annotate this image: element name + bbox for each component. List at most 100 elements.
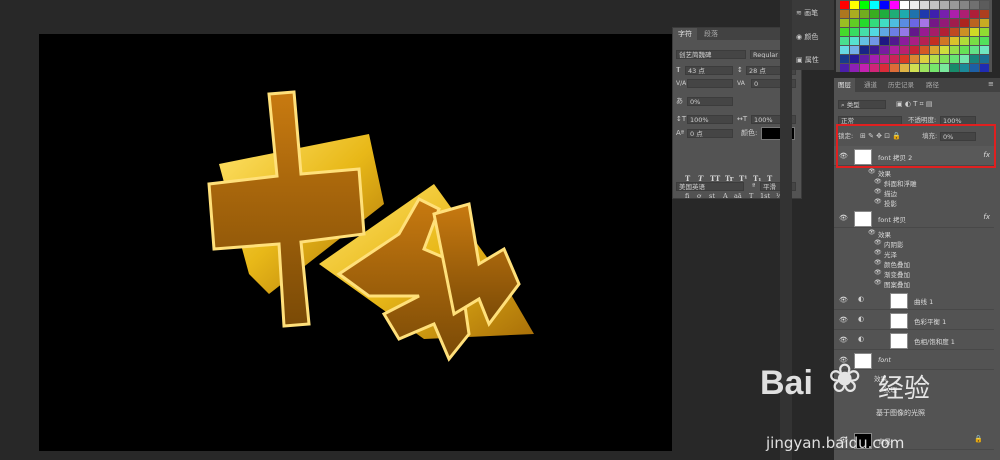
color-swatch[interactable] bbox=[930, 46, 939, 54]
color-swatch[interactable] bbox=[840, 55, 849, 63]
color-swatch[interactable] bbox=[950, 28, 959, 36]
color-swatch[interactable] bbox=[880, 46, 889, 54]
color-swatch[interactable] bbox=[870, 28, 879, 36]
color-swatch[interactable] bbox=[980, 10, 989, 18]
color-swatch[interactable] bbox=[980, 19, 989, 27]
color-swatch[interactable] bbox=[920, 55, 929, 63]
eye-icon[interactable]: 👁 bbox=[874, 259, 882, 266]
color-swatch[interactable] bbox=[880, 19, 889, 27]
color-swatch[interactable] bbox=[930, 28, 939, 36]
color-swatch[interactable] bbox=[850, 55, 859, 63]
color-swatch[interactable] bbox=[880, 55, 889, 63]
color-swatch[interactable] bbox=[930, 19, 939, 27]
tab-paragraph[interactable]: 段落 bbox=[699, 28, 723, 40]
eye-icon[interactable]: 👁 bbox=[868, 168, 876, 175]
color-swatch[interactable] bbox=[940, 46, 949, 54]
color-swatch[interactable] bbox=[860, 10, 869, 18]
color-swatch[interactable] bbox=[910, 28, 919, 36]
baseline-shift-field[interactable]: 0 点 bbox=[687, 129, 733, 138]
color-swatch[interactable] bbox=[890, 55, 899, 63]
color-swatch[interactable] bbox=[880, 1, 889, 9]
color-swatch[interactable] bbox=[960, 55, 969, 63]
color-swatch[interactable] bbox=[980, 46, 989, 54]
color-swatch[interactable] bbox=[890, 28, 899, 36]
color-swatch[interactable] bbox=[980, 55, 989, 63]
layer-row[interactable]: 👁 ◐ 色彩平衡 1 bbox=[834, 310, 994, 330]
color-swatch[interactable] bbox=[920, 19, 929, 27]
color-swatch[interactable] bbox=[950, 55, 959, 63]
eye-icon[interactable]: 👁 bbox=[874, 198, 882, 205]
color-swatch[interactable] bbox=[930, 10, 939, 18]
color-swatch[interactable] bbox=[970, 55, 979, 63]
color-swatch[interactable] bbox=[890, 46, 899, 54]
color-swatch[interactable] bbox=[840, 28, 849, 36]
color-swatch[interactable] bbox=[840, 37, 849, 45]
color-swatch[interactable] bbox=[930, 37, 939, 45]
color-swatch[interactable] bbox=[900, 46, 909, 54]
color-swatch[interactable] bbox=[950, 10, 959, 18]
layer-row[interactable]: 👁 ◐ 色相/饱和度 1 bbox=[834, 330, 994, 350]
tab-layers[interactable]: 图层 bbox=[834, 78, 855, 92]
color-swatch[interactable] bbox=[900, 37, 909, 45]
color-swatch[interactable] bbox=[930, 55, 939, 63]
color-swatch[interactable] bbox=[900, 28, 909, 36]
filter-kind-select[interactable]: ⌕ 类型 bbox=[838, 100, 886, 109]
properties-dock-item[interactable]: ▣ 属性 bbox=[796, 55, 819, 65]
color-swatch[interactable] bbox=[870, 19, 879, 27]
color-swatch[interactable] bbox=[920, 46, 929, 54]
eye-icon[interactable]: 👁 bbox=[874, 188, 882, 195]
color-swatch[interactable] bbox=[840, 46, 849, 54]
layer-row[interactable]: 👁 font 拷贝 fx bbox=[834, 208, 994, 228]
visibility-eye-icon[interactable]: 👁 bbox=[839, 316, 848, 324]
color-swatch[interactable] bbox=[970, 10, 979, 18]
color-swatch[interactable] bbox=[910, 55, 919, 63]
color-swatch[interactable] bbox=[880, 37, 889, 45]
color-swatch[interactable] bbox=[980, 37, 989, 45]
layer-row[interactable]: 👁 ◐ 曲线 1 bbox=[834, 290, 994, 310]
vertical-scale-field[interactable]: 100% bbox=[687, 115, 733, 124]
color-swatch[interactable] bbox=[900, 55, 909, 63]
color-swatch[interactable] bbox=[890, 37, 899, 45]
color-swatch[interactable] bbox=[940, 19, 949, 27]
color-swatch[interactable] bbox=[860, 1, 869, 9]
eye-icon[interactable]: 👁 bbox=[874, 279, 882, 286]
color-swatch[interactable] bbox=[960, 19, 969, 27]
filter-icons[interactable]: ▣ ◐ T ⌗ ▤ bbox=[896, 100, 932, 109]
tab-character[interactable]: 字符 bbox=[673, 28, 697, 40]
eye-icon[interactable]: 👁 bbox=[874, 269, 882, 276]
color-swatch[interactable] bbox=[910, 37, 919, 45]
color-swatch[interactable] bbox=[890, 1, 899, 9]
contextual-button[interactable]: ơ bbox=[697, 192, 701, 200]
stylistic-button[interactable]: aā bbox=[734, 192, 742, 200]
color-swatch[interactable] bbox=[940, 28, 949, 36]
color-swatch[interactable] bbox=[910, 46, 919, 54]
color-swatch[interactable] bbox=[940, 64, 949, 72]
color-swatch[interactable] bbox=[840, 10, 849, 18]
color-swatch[interactable] bbox=[850, 19, 859, 27]
color-swatch[interactable] bbox=[880, 10, 889, 18]
color-swatch[interactable] bbox=[870, 64, 879, 72]
brush-dock-item[interactable]: ≋ 画笔 bbox=[796, 8, 818, 18]
color-swatch[interactable] bbox=[920, 1, 929, 9]
color-swatch[interactable] bbox=[860, 55, 869, 63]
color-swatch[interactable] bbox=[860, 64, 869, 72]
color-swatch[interactable] bbox=[910, 1, 919, 9]
color-swatch[interactable] bbox=[920, 37, 929, 45]
discretionary-button[interactable]: st bbox=[709, 192, 715, 200]
color-swatch[interactable] bbox=[970, 46, 979, 54]
color-swatch[interactable] bbox=[870, 1, 879, 9]
color-swatch[interactable] bbox=[860, 28, 869, 36]
color-swatch[interactable] bbox=[840, 1, 849, 9]
color-swatch[interactable] bbox=[860, 37, 869, 45]
color-swatch[interactable] bbox=[950, 37, 959, 45]
eye-icon[interactable]: 👁 bbox=[874, 178, 882, 185]
color-swatch[interactable] bbox=[880, 64, 889, 72]
color-swatch[interactable] bbox=[900, 64, 909, 72]
color-swatch[interactable] bbox=[950, 64, 959, 72]
color-swatch[interactable] bbox=[970, 64, 979, 72]
color-swatch[interactable] bbox=[860, 19, 869, 27]
tab-history[interactable]: 历史记录 bbox=[884, 78, 918, 92]
color-swatch[interactable] bbox=[910, 10, 919, 18]
color-swatch[interactable] bbox=[940, 55, 949, 63]
eye-icon[interactable]: 👁 bbox=[868, 229, 876, 236]
